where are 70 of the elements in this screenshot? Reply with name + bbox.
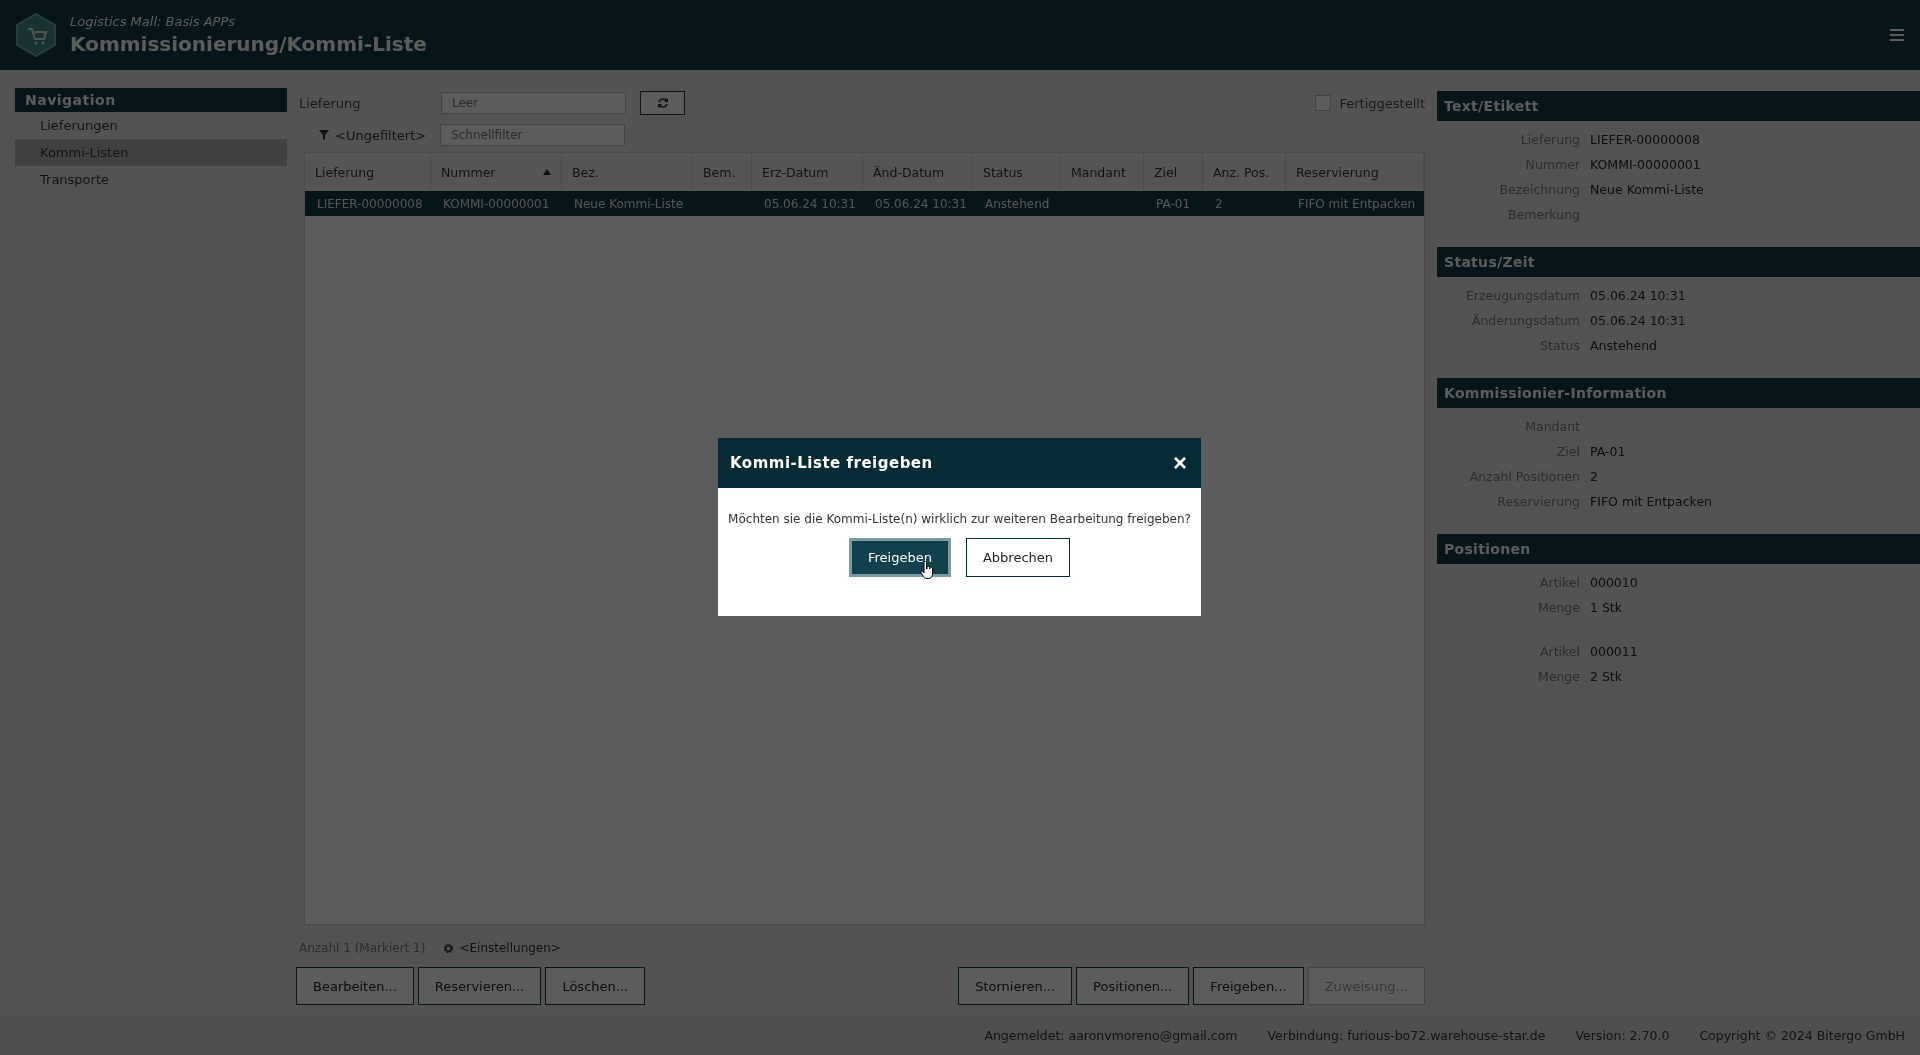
checkbox-label: Fertiggestellt xyxy=(1339,95,1425,111)
status-text: Angemeldet: aaronvmoreno@gmail.com xyxy=(984,1027,1238,1043)
section-header: Text/Etikett xyxy=(1437,91,1920,121)
section-header: Positionen xyxy=(1437,534,1920,564)
field-value: 000011 xyxy=(1590,644,1638,659)
column-header[interactable]: Bem. xyxy=(693,153,752,191)
table-cell-text: 05.06.24 10:31 xyxy=(763,195,857,213)
close-button[interactable]: × xyxy=(1173,451,1187,475)
table-cell-text: Anstehend xyxy=(984,195,1051,213)
column-header[interactable]: Lieferung xyxy=(305,153,431,191)
table-cell-text: 2 xyxy=(1214,195,1224,213)
hexagon-logo-icon xyxy=(16,13,56,57)
status-text: Copyright © 2024 Bitergo GmbH xyxy=(1699,1027,1905,1043)
settings-button[interactable]: <Einstellungen> xyxy=(443,941,561,955)
field-value: PA-01 xyxy=(1590,444,1626,459)
action-button[interactable]: Reservieren... xyxy=(417,967,542,1005)
filter-icon xyxy=(319,130,329,140)
section-header: Kommissionier-Information xyxy=(1437,378,1920,408)
nav-item[interactable]: Lieferungen xyxy=(15,112,287,139)
refresh-icon xyxy=(656,97,669,109)
gear-icon xyxy=(443,942,455,954)
column-header[interactable]: Bez. xyxy=(562,153,693,191)
column-header[interactable]: Mandant xyxy=(1061,153,1144,191)
action-button[interactable]: Positionen... xyxy=(1076,967,1190,1005)
cancel-button[interactable]: Abbrechen xyxy=(965,538,1070,577)
dialog-message: Möchten sie die Kommi-Liste(n) wirklich zur weiteren Bearbeitung freigeben? xyxy=(727,512,1192,526)
filter-button[interactable]: <Ungefiltert> xyxy=(319,127,427,143)
checkbox[interactable] xyxy=(1315,95,1332,111)
refresh-button[interactable] xyxy=(640,91,685,115)
field-value: 1 Stk xyxy=(1590,600,1622,615)
column-header[interactable]: Status xyxy=(973,153,1061,191)
navigation-header: Navigation xyxy=(15,88,287,112)
field-value: Anstehend xyxy=(1590,338,1658,353)
field-value: 05.06.24 10:31 xyxy=(1590,313,1686,328)
action-button[interactable]: Löschen... xyxy=(545,967,646,1005)
nav-item[interactable]: Transporte xyxy=(15,166,287,193)
column-header[interactable]: Ziel xyxy=(1144,153,1203,191)
action-button[interactable]: Bearbeiten... xyxy=(296,967,414,1005)
column-header[interactable]: Erz-Datum xyxy=(752,153,863,191)
field-label: Lieferung xyxy=(299,95,362,111)
status-text: Version: 2.70.0 xyxy=(1575,1027,1670,1043)
field-value: 05.06.24 10:31 xyxy=(1590,288,1686,303)
table-cell-text: LIEFER-00000008 xyxy=(316,195,424,213)
field-value: 000010 xyxy=(1590,575,1638,590)
action-button[interactable]: Freigeben... xyxy=(1193,967,1304,1005)
page-title: Kommissionierung/Kommi-Liste xyxy=(70,32,427,56)
menu-icon[interactable] xyxy=(1890,29,1904,41)
column-header[interactable]: Nummer xyxy=(431,153,562,191)
field-value: 2 xyxy=(1590,469,1598,484)
field-value: LIEFER-00000008 xyxy=(1590,132,1700,147)
table-row[interactable]: LIEFER-00000008 KOMMI-00000001 Neue Kommi-Liste 05.06.24 10:31 05.06.24 10:31 Anstehend PA-01 2 FIFO mit Entpacken xyxy=(305,191,1424,216)
column-header[interactable]: Änd-Datum xyxy=(863,153,973,191)
table-cell-text: Neue Kommi-Liste xyxy=(573,195,685,213)
app-subtitle: Logistics Mall: Basis APPs xyxy=(70,14,236,29)
action-button[interactable]: Stornieren... xyxy=(958,967,1073,1005)
field-value: FIFO mit Entpacken xyxy=(1590,494,1712,509)
section-header: Status/Zeit xyxy=(1437,247,1920,277)
column-header[interactable]: Reservierung xyxy=(1286,153,1424,191)
sort-ascending-icon xyxy=(543,169,551,175)
status-text: Verbindung: furious-bo72.warehouse-star.de xyxy=(1267,1027,1546,1043)
table-cell-text: KOMMI-00000001 xyxy=(442,195,551,213)
field-value: 2 Stk xyxy=(1590,669,1622,684)
field-value: Neue Kommi-Liste xyxy=(1590,182,1704,197)
dialog-title: Kommi-Liste freigeben xyxy=(730,454,933,472)
confirm-button[interactable]: Freigeben xyxy=(849,538,951,577)
field-value: KOMMI-00000001 xyxy=(1590,157,1701,172)
table-cell-text: 05.06.24 10:31 xyxy=(874,195,968,213)
table-cell-text: FIFO mit Entpacken xyxy=(1297,195,1417,213)
table-cell-text: PA-01 xyxy=(1155,195,1191,213)
column-header[interactable]: Anz. Pos. xyxy=(1203,153,1286,191)
